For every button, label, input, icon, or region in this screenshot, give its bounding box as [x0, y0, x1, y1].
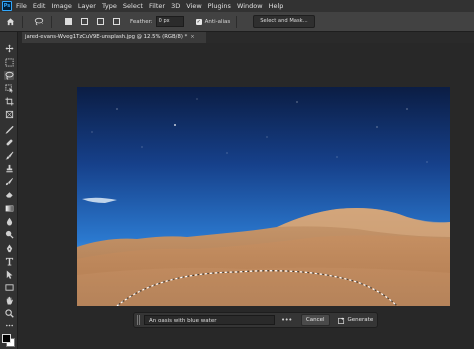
menu-plugins[interactable]: Plugins — [208, 2, 231, 10]
cancel-button[interactable]: Cancel — [300, 314, 330, 326]
eraser-icon[interactable] — [4, 190, 14, 199]
hand-icon[interactable] — [4, 296, 14, 305]
more-options-button[interactable]: ••• — [281, 316, 292, 324]
document-image[interactable] — [77, 87, 450, 306]
menu-window[interactable]: Window — [237, 2, 263, 10]
menu-edit[interactable]: Edit — [33, 2, 46, 10]
menu-view[interactable]: View — [186, 2, 201, 10]
menu-filter[interactable]: Filter — [149, 2, 165, 10]
pen-icon[interactable] — [4, 244, 14, 253]
prompt-input[interactable]: An oasis with blue water — [144, 315, 275, 325]
add-to-selection-icon[interactable] — [78, 16, 90, 28]
healing-brush-icon[interactable] — [4, 138, 14, 147]
subtract-selection-icon[interactable] — [94, 16, 106, 28]
frame-icon[interactable] — [4, 110, 14, 119]
menu-3d[interactable]: 3D — [171, 2, 180, 10]
photoshop-logo[interactable]: Ps — [2, 1, 12, 11]
feather-input[interactable]: 0 px — [155, 16, 184, 27]
generate-button[interactable]: Generate — [335, 315, 377, 325]
menu-layer[interactable]: Layer — [78, 2, 96, 10]
rectangle-icon[interactable] — [4, 283, 14, 292]
menu-file[interactable]: File — [16, 2, 27, 10]
eyedropper-icon[interactable] — [4, 125, 14, 134]
menu-select[interactable]: Select — [123, 2, 143, 10]
blur-icon[interactable] — [4, 217, 14, 226]
generate-label: Generate — [347, 317, 374, 323]
brush-icon[interactable] — [4, 151, 14, 160]
path-select-icon[interactable] — [4, 270, 14, 279]
options-divider — [22, 15, 23, 28]
options-bar: Feather: 0 px ✓ Anti-alias Select and Ma… — [0, 12, 474, 32]
close-icon[interactable]: × — [190, 34, 194, 40]
zoom-icon[interactable] — [4, 309, 14, 318]
menu-type[interactable]: Type — [102, 2, 117, 10]
history-brush-icon[interactable] — [4, 177, 14, 186]
gradient-icon[interactable] — [4, 204, 14, 213]
dodge-icon[interactable] — [4, 230, 14, 239]
options-divider — [51, 15, 52, 28]
new-selection-icon[interactable] — [62, 16, 74, 28]
more-tools-icon[interactable] — [4, 321, 14, 330]
select-and-mask-button[interactable]: Select and Mask... — [253, 15, 315, 28]
menu-bar: Ps File Edit Image Layer Type Select Fil… — [0, 0, 474, 12]
tools-panel — [0, 32, 18, 349]
crop-icon[interactable] — [4, 97, 14, 106]
menu-help[interactable]: Help — [269, 2, 284, 10]
lasso-preset-icon[interactable] — [33, 16, 45, 28]
antialias-checkbox[interactable]: ✓ — [195, 18, 202, 25]
antialias-label: Anti-alias — [204, 18, 231, 25]
object-select-icon[interactable] — [4, 84, 14, 93]
foreground-color-swatch[interactable] — [2, 334, 11, 343]
marquee-icon[interactable] — [4, 58, 14, 67]
lasso-icon[interactable] — [4, 71, 14, 80]
feather-label: Feather: — [130, 18, 153, 25]
generate-icon — [337, 316, 344, 324]
document-tab[interactable]: jared-evans-Wveg1TzCuV9E-unsplash.jpg @ … — [22, 32, 206, 43]
intersect-selection-icon[interactable] — [110, 16, 122, 28]
clone-stamp-icon[interactable] — [4, 164, 14, 173]
options-divider — [236, 15, 238, 28]
document-tab-title: jared-evans-Wveg1TzCuV9E-unsplash.jpg @ … — [25, 34, 188, 40]
contextual-task-bar: An oasis with blue water ••• Cancel Gene… — [133, 312, 378, 328]
drag-handle-icon[interactable] — [137, 315, 140, 325]
home-icon[interactable] — [4, 16, 16, 28]
type-icon[interactable] — [4, 257, 14, 266]
move-icon[interactable] — [4, 44, 14, 53]
menu-image[interactable]: Image — [51, 2, 71, 10]
